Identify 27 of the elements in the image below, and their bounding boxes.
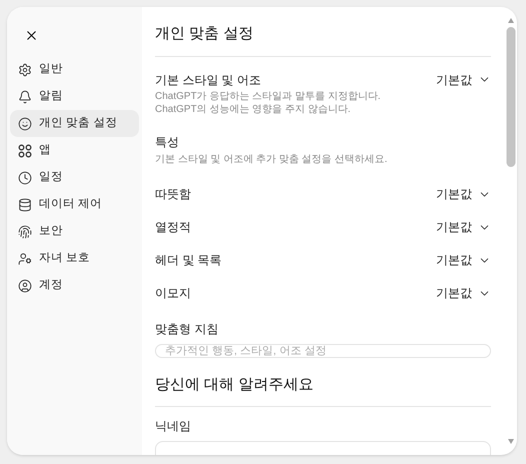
instructions-field[interactable]: 추가적인 행동, 스타일, 어조 설정 <box>155 344 491 358</box>
sidebar-item[interactable]: 개인 맞춤 설정 <box>10 110 139 137</box>
setting-label: 기본 스타일 및 어조 <box>155 72 262 88</box>
sidebar-item[interactable]: 일반 <box>10 56 139 83</box>
page-title: 개인 맞춤 설정 <box>155 7 491 56</box>
section-description: 기본 스타일 및 어조에 추가 맞춤 설정을 선택하세요. <box>155 152 388 166</box>
field-label: 닉네임 <box>155 418 192 435</box>
trait-label: 따뜻함 <box>155 186 191 203</box>
sidebar-item[interactable]: 보안 <box>10 218 139 245</box>
sidebar-item[interactable]: 계정 <box>10 272 139 299</box>
sidebar-item[interactable]: 일정 <box>10 164 139 191</box>
setting-description: ChatGPT가 응답하는 스타일과 말투를 지정합니다. ChatGPT의 성능에는 영향을 주지 않습니다. <box>155 90 382 116</box>
trait-label: 이모지 <box>155 285 191 302</box>
value-dropdown[interactable]: 기본값 <box>436 218 491 236</box>
trait-label: 열정적 <box>155 219 191 236</box>
field-label: 맞춤형 지침 <box>155 320 220 338</box>
sidebar-item[interactable]: 자녀 보호 <box>10 245 139 272</box>
value-dropdown[interactable]: 기본값 <box>436 70 491 88</box>
value-dropdown[interactable]: 기본값 <box>436 185 491 203</box>
value-dropdown[interactable]: 기본값 <box>436 251 491 269</box>
sidebar-item[interactable]: 앱 <box>10 137 139 164</box>
trait-label: 헤더 및 목록 <box>155 252 222 269</box>
value-dropdown[interactable]: 기본값 <box>436 284 491 302</box>
sidebar-item[interactable]: 알림 <box>10 83 139 110</box>
section-label: 특성 <box>155 134 180 150</box>
sidebar-item[interactable]: 데이터 제어 <box>10 191 139 218</box>
section-title: 당신에 대해 알려주세요 <box>155 374 491 407</box>
